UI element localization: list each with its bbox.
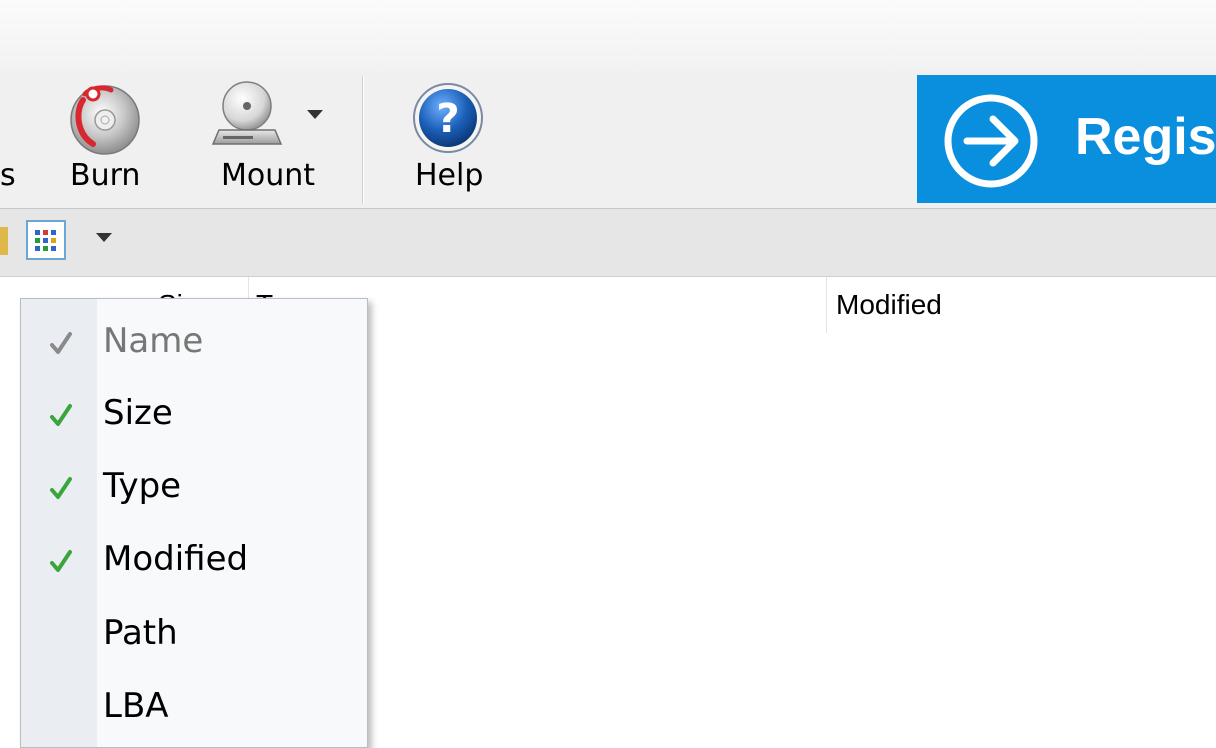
register-button[interactable]: Regis bbox=[917, 75, 1216, 203]
partial-folder-icon bbox=[0, 227, 8, 255]
view-toolbar bbox=[0, 209, 1216, 277]
checkmark-icon bbox=[49, 401, 73, 431]
menu-item-label: Modified bbox=[103, 539, 249, 579]
menu-item-label: Path bbox=[103, 613, 178, 653]
toolbar-separator bbox=[362, 76, 364, 204]
mount-drive-icon bbox=[209, 78, 289, 162]
column-header-modified[interactable]: Modified bbox=[836, 277, 1136, 333]
checkmark-icon bbox=[49, 329, 73, 359]
checkmark-icon bbox=[49, 547, 73, 577]
burn-disc-icon bbox=[63, 78, 143, 162]
column-chooser-menu: Name Size Type Modified Path LBA bbox=[20, 298, 368, 748]
svg-text:?: ? bbox=[436, 96, 459, 142]
menu-item-size[interactable]: Size bbox=[21, 381, 367, 453]
menu-item-label: LBA bbox=[103, 686, 169, 726]
menu-item-name[interactable]: Name bbox=[21, 309, 367, 381]
menu-item-path[interactable]: Path bbox=[21, 601, 367, 673]
menu-item-modified[interactable]: Modified bbox=[21, 527, 367, 599]
mount-dropdown-arrow-icon[interactable] bbox=[307, 110, 323, 119]
checkmark-icon bbox=[49, 474, 73, 504]
menu-item-label: Size bbox=[103, 393, 173, 433]
view-columns-icon[interactable] bbox=[26, 220, 66, 260]
burn-label: Burn bbox=[70, 158, 141, 193]
menu-item-label: Name bbox=[103, 321, 204, 361]
partial-button-label: s bbox=[0, 158, 16, 193]
window-title-bar bbox=[0, 0, 1216, 73]
partial-toolbar-button[interactable]: s bbox=[0, 72, 16, 208]
mount-button[interactable]: Mount bbox=[195, 72, 345, 208]
menu-item-type[interactable]: Type bbox=[21, 454, 367, 526]
column-divider[interactable] bbox=[826, 277, 827, 333]
help-label: Help bbox=[415, 158, 484, 193]
arrow-right-circle-icon bbox=[941, 91, 1041, 195]
help-question-icon: ? bbox=[408, 78, 488, 162]
menu-item-lba[interactable]: LBA bbox=[21, 674, 367, 746]
menu-item-label: Type bbox=[103, 466, 182, 506]
register-label: Regis bbox=[1075, 108, 1216, 166]
burn-button[interactable]: Burn bbox=[55, 72, 165, 208]
mount-label: Mount bbox=[221, 158, 316, 193]
help-button[interactable]: ? Help bbox=[400, 72, 510, 208]
view-dropdown-arrow-icon[interactable] bbox=[96, 233, 112, 242]
